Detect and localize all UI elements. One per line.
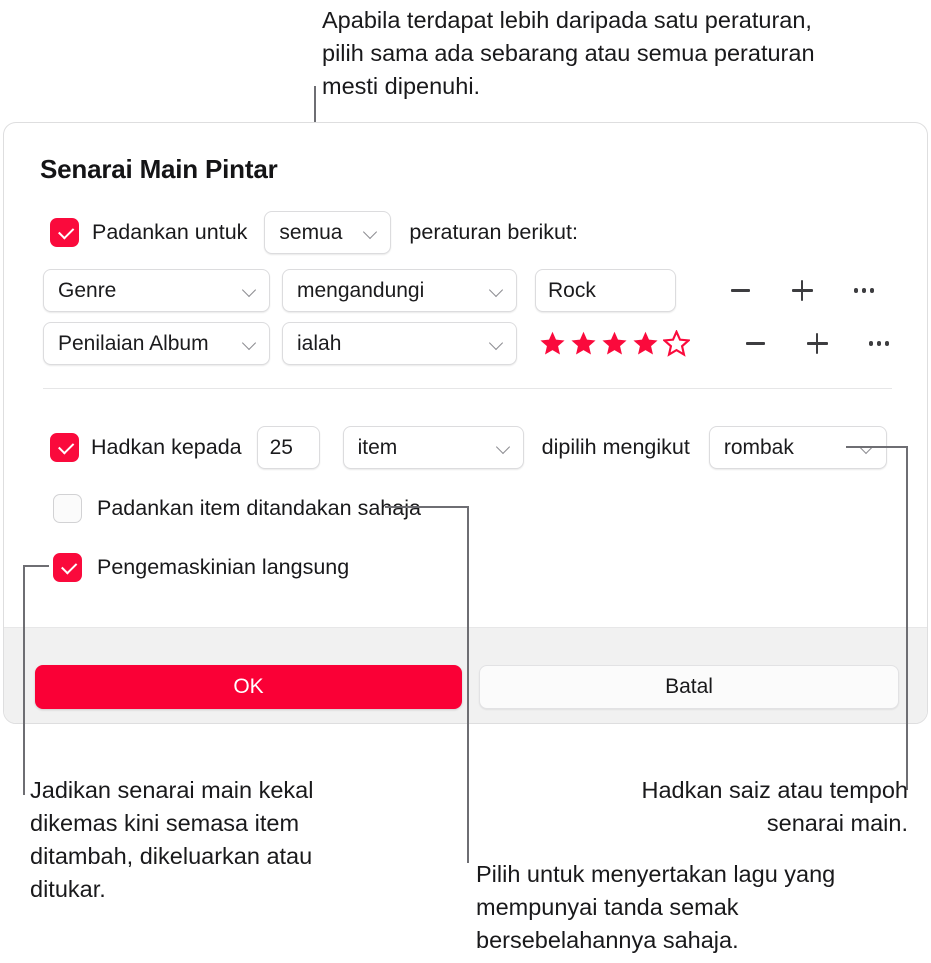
- ok-button[interactable]: OK: [35, 665, 462, 709]
- match-scope-value: semua: [279, 220, 343, 244]
- star-filled-icon[interactable]: [632, 330, 659, 357]
- rule-field-value: Penilaian Album: [58, 331, 209, 355]
- remove-rule-button[interactable]: [738, 327, 772, 361]
- remove-rule-button[interactable]: [723, 274, 757, 308]
- star-filled-icon[interactable]: [570, 330, 597, 357]
- live-updating-label: Pengemaskinian langsung: [97, 555, 350, 579]
- chevron-down-icon: [490, 284, 504, 298]
- add-rule-button[interactable]: [785, 274, 819, 308]
- limit-amount-input[interactable]: 25: [256, 426, 320, 469]
- leader-line-right-v: [906, 446, 908, 790]
- limit-to-checkbox[interactable]: [50, 433, 79, 462]
- match-checked-only-row: Padankan item ditandakan sahaja: [53, 494, 421, 523]
- rule-row: Penilaian Album ialah: [43, 322, 896, 365]
- rule-more-options-button[interactable]: [847, 274, 881, 308]
- cancel-button[interactable]: Batal: [479, 665, 899, 709]
- limit-row: Hadkan kepada 25 item dipilih mengikut r…: [50, 426, 887, 469]
- match-scope-select[interactable]: semua: [264, 211, 392, 254]
- rule-operator-value: ialah: [297, 331, 342, 355]
- annotation-match-checked-only: Pilih untuk menyertakan lagu yang mempun…: [476, 861, 836, 953]
- match-for-label: Padankan untuk: [92, 220, 248, 244]
- rule-star-rating[interactable]: [539, 330, 690, 357]
- leader-line-left-h: [23, 565, 49, 567]
- rule-operator-select[interactable]: mengandungi: [282, 269, 517, 312]
- rule-operator-select[interactable]: ialah: [282, 322, 517, 365]
- rule-field-select[interactable]: Genre: [43, 269, 270, 312]
- rule-value-input[interactable]: Rock: [535, 269, 676, 312]
- limit-to-label: Hadkan kepada: [91, 435, 242, 459]
- add-rule-button[interactable]: [800, 327, 834, 361]
- match-checked-only-checkbox[interactable]: [53, 494, 82, 523]
- rule-more-options-button[interactable]: [862, 327, 896, 361]
- section-divider: [43, 388, 892, 389]
- annotation-match-rules: Apabila terdapat lebih daripada satu per…: [322, 7, 815, 99]
- chevron-down-icon: [490, 337, 504, 351]
- star-outline-icon[interactable]: [663, 330, 690, 357]
- rule-value-text: Rock: [548, 278, 596, 302]
- limit-order-value: rombak: [723, 435, 794, 459]
- match-row: Padankan untuk semua peraturan berikut:: [50, 211, 578, 254]
- leader-line-middle-v: [467, 506, 469, 863]
- star-filled-icon[interactable]: [601, 330, 628, 357]
- leader-line-left-v: [23, 565, 25, 795]
- limit-unit-value: item: [357, 435, 398, 459]
- page-title: Senarai Main Pintar: [40, 154, 278, 184]
- chevron-down-icon: [497, 441, 511, 455]
- selected-by-label: dipilih mengikut: [541, 435, 690, 459]
- chevron-down-icon: [243, 337, 257, 351]
- smart-playlist-dialog: Senarai Main Pintar Padankan untuk semua…: [3, 122, 928, 724]
- live-updating-checkbox[interactable]: [53, 553, 82, 582]
- rule-field-value: Genre: [58, 278, 117, 302]
- leader-line-middle-h: [385, 506, 468, 508]
- annotation-limit: Hadkan saiz atau tempoh senarai main.: [641, 777, 909, 836]
- match-for-checkbox[interactable]: [50, 218, 79, 247]
- chevron-down-icon: [364, 226, 378, 240]
- limit-amount-value: 25: [269, 435, 293, 459]
- rule-operator-value: mengandungi: [297, 278, 425, 302]
- limit-unit-select[interactable]: item: [342, 426, 524, 469]
- screenshot-root: Apabila terdapat lebih daripada satu per…: [0, 0, 931, 963]
- annotation-live-updating: Jadikan senarai main kekal dikemas kini …: [30, 777, 314, 902]
- leader-line-right-h: [846, 446, 908, 448]
- match-checked-only-label: Padankan item ditandakan sahaja: [97, 496, 421, 520]
- rule-field-select[interactable]: Penilaian Album: [43, 322, 270, 365]
- dialog-footer: OK Batal: [4, 627, 927, 723]
- chevron-down-icon: [243, 284, 257, 298]
- star-filled-icon[interactable]: [539, 330, 566, 357]
- rule-row: Genre mengandungi Rock: [43, 269, 881, 312]
- match-rules-suffix-label: peraturan berikut:: [409, 220, 578, 244]
- live-updating-row: Pengemaskinian langsung: [53, 553, 349, 582]
